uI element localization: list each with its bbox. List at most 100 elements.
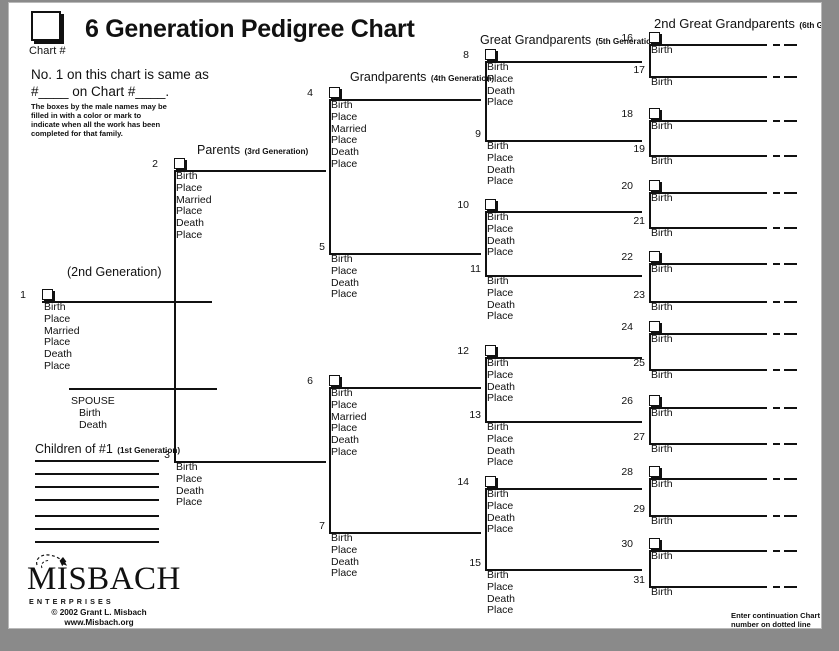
continuation-dash-20[interactable]: [773, 192, 780, 194]
continuation-dash-end-19[interactable]: [784, 155, 797, 157]
continuation-dash-25[interactable]: [773, 369, 780, 371]
completion-box-1[interactable]: [42, 289, 53, 300]
completion-box-24[interactable]: [649, 321, 660, 332]
spouse-name-line[interactable]: [69, 388, 217, 390]
continuation-dash-17[interactable]: [773, 76, 780, 78]
continuation-dash-end-30[interactable]: [784, 550, 797, 552]
continuation-dash-29[interactable]: [773, 515, 780, 517]
continuation-dash-end-17[interactable]: [784, 76, 797, 78]
field-birth[interactable]: Birth: [651, 443, 673, 456]
completion-box-22[interactable]: [649, 251, 660, 262]
completion-box-18[interactable]: [649, 108, 660, 119]
continuation-dash-end-24[interactable]: [784, 333, 797, 335]
child-name-line[interactable]: [35, 473, 159, 475]
field-birth[interactable]: Birth: [651, 515, 673, 528]
field-place[interactable]: Place: [176, 229, 212, 242]
field-birth[interactable]: Birth: [651, 478, 673, 491]
field-place[interactable]: Place: [331, 111, 367, 124]
field-place[interactable]: Place: [487, 97, 515, 109]
continuation-dash-end-20[interactable]: [784, 192, 797, 194]
continuation-dash-end-16[interactable]: [784, 44, 797, 46]
continuation-dash-23[interactable]: [773, 301, 780, 303]
field-place[interactable]: Place: [331, 544, 359, 557]
field-place[interactable]: Place: [331, 289, 359, 301]
continuation-dash-31[interactable]: [773, 586, 780, 588]
continuation-dash-18[interactable]: [773, 120, 780, 122]
field-place[interactable]: Place: [331, 265, 359, 278]
continuation-dash-27[interactable]: [773, 443, 780, 445]
field-place[interactable]: Place: [331, 446, 367, 459]
continuation-dash-end-25[interactable]: [784, 369, 797, 371]
field-place[interactable]: Place: [331, 158, 367, 171]
field-place[interactable]: Place: [44, 360, 80, 373]
field-place[interactable]: Place: [487, 393, 515, 405]
field-place[interactable]: Place: [487, 287, 515, 300]
field-birth[interactable]: Birth: [651, 227, 673, 240]
completion-box-26[interactable]: [649, 395, 660, 406]
field-place[interactable]: Place: [487, 457, 515, 469]
field-place[interactable]: Place: [487, 311, 515, 323]
field-birth[interactable]: Birth: [651, 263, 673, 276]
field-place[interactable]: Place: [487, 176, 515, 188]
field-place[interactable]: Place: [487, 500, 515, 513]
field-birth[interactable]: Birth: [651, 407, 673, 420]
field-birth[interactable]: Birth: [651, 155, 673, 168]
continuation-dash-21[interactable]: [773, 227, 780, 229]
field-place[interactable]: Place: [487, 152, 515, 165]
continuation-dash-19[interactable]: [773, 155, 780, 157]
completion-box-16[interactable]: [649, 32, 660, 43]
field-birth[interactable]: Birth: [651, 301, 673, 314]
continuation-dash-30[interactable]: [773, 550, 780, 552]
field-birth[interactable]: Birth: [651, 120, 673, 133]
field-birth[interactable]: Birth: [651, 76, 673, 89]
continuation-dash-end-21[interactable]: [784, 227, 797, 229]
continuation-dash-28[interactable]: [773, 478, 780, 480]
continuation-dash-24[interactable]: [773, 333, 780, 335]
completion-box-10[interactable]: [485, 199, 496, 210]
chart-number-box[interactable]: [31, 11, 61, 41]
completion-box-6[interactable]: [329, 375, 340, 386]
child-name-line[interactable]: [35, 541, 159, 543]
completion-box-14[interactable]: [485, 476, 496, 487]
continuation-dash-end-27[interactable]: [784, 443, 797, 445]
field-place[interactable]: Place: [487, 581, 515, 594]
continuation-dash-end-26[interactable]: [784, 407, 797, 409]
continuation-dash-end-23[interactable]: [784, 301, 797, 303]
child-name-line[interactable]: [35, 486, 159, 488]
completion-box-2[interactable]: [174, 158, 185, 169]
completion-box-30[interactable]: [649, 538, 660, 549]
field-place[interactable]: Place: [176, 473, 204, 486]
field-place[interactable]: Place: [487, 605, 515, 617]
continuation-dash-end-29[interactable]: [784, 515, 797, 517]
field-place[interactable]: Place: [331, 568, 359, 580]
completion-box-12[interactable]: [485, 345, 496, 356]
field-birth[interactable]: Birth: [651, 550, 673, 563]
field-place[interactable]: Place: [487, 433, 515, 446]
completion-box-20[interactable]: [649, 180, 660, 191]
completion-box-8[interactable]: [485, 49, 496, 60]
continuation-dash-16[interactable]: [773, 44, 780, 46]
completion-box-28[interactable]: [649, 466, 660, 477]
field-place[interactable]: Place: [331, 399, 367, 412]
field-place[interactable]: Place: [487, 524, 515, 536]
field-birth[interactable]: Birth: [651, 369, 673, 382]
field-birth[interactable]: Birth: [651, 44, 673, 57]
child-name-line[interactable]: [35, 460, 159, 462]
child-name-line[interactable]: [35, 499, 159, 501]
field-place[interactable]: Place: [44, 313, 80, 326]
continuation-dash-end-22[interactable]: [784, 263, 797, 265]
continuation-dash-26[interactable]: [773, 407, 780, 409]
field-birth[interactable]: Birth: [651, 192, 673, 205]
continuation-dash-end-28[interactable]: [784, 478, 797, 480]
child-name-line[interactable]: [35, 528, 159, 530]
field-place[interactable]: Place: [487, 247, 515, 259]
child-name-line[interactable]: [35, 515, 159, 517]
field-place[interactable]: Place: [176, 182, 212, 195]
completion-box-4[interactable]: [329, 87, 340, 98]
continuation-dash-end-31[interactable]: [784, 586, 797, 588]
continuation-dash-22[interactable]: [773, 263, 780, 265]
field-place[interactable]: Place: [487, 369, 515, 382]
field-birth[interactable]: Birth: [651, 333, 673, 346]
field-birth[interactable]: Birth: [651, 586, 673, 599]
field-place[interactable]: Place: [176, 497, 204, 509]
